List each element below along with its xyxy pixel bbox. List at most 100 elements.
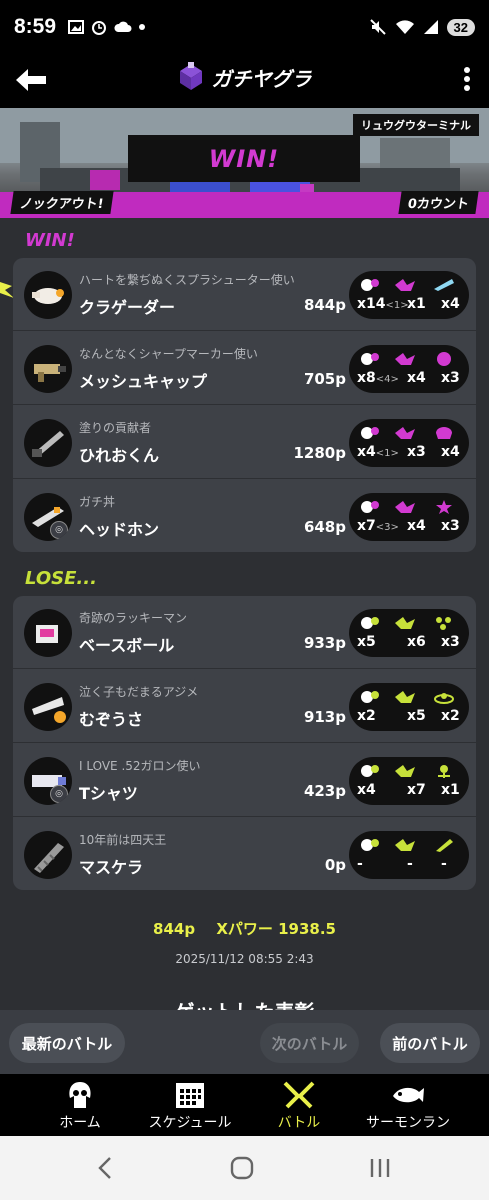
player-stats: x2 x5 x2 — [349, 683, 469, 731]
app-bar: ガチヤグラ — [0, 54, 489, 108]
player-name: クラゲーダー — [79, 298, 176, 317]
tab-schedule[interactable]: スケジュール — [140, 1074, 240, 1136]
player-row[interactable]: 泣く子もだまるアジメ むぞうさ 913p x2 x5 x2 — [13, 670, 476, 743]
cloud-icon — [114, 21, 132, 32]
sub-weapon-icon: ◎ — [50, 521, 68, 539]
sub-weapon-icon: ◎ — [50, 785, 68, 803]
player-points: 913p — [303, 708, 346, 726]
battle-summary: 844p Xパワー 1938.5 — [0, 918, 489, 939]
specials-used-count: x4 — [407, 518, 426, 534]
special-weapon-icon — [436, 617, 451, 630]
player-row[interactable]: 塗りの貢献者 ひれおくん 1280p x4<1> x3 x4 — [13, 406, 476, 479]
special-count: x2 — [441, 708, 460, 724]
player-title: 泣く子もだまるアジメ — [79, 685, 199, 699]
player-row[interactable]: 奇跡のラッキーマン ベースボール 933p x5 x6 x3 — [13, 596, 476, 669]
assist-icon — [395, 765, 415, 777]
specials-used-count: - — [407, 856, 413, 872]
page-title: ガチヤグラ — [211, 66, 312, 91]
assist-icon — [395, 353, 415, 365]
tab-home-label: ホーム — [59, 1115, 101, 1131]
assist-icon — [395, 279, 415, 291]
squid-home-icon — [69, 1082, 91, 1108]
player-points: 844p — [303, 296, 346, 314]
kills-count: x14<1> — [357, 296, 409, 312]
player-title: なんとなくシャープマーカー使い — [79, 347, 258, 361]
player-row[interactable]: ハートを繋ぢぬくスプラシューター使い クラゲーダー 844p x14<1> x1… — [13, 258, 476, 331]
tab-salmon-run[interactable]: サーモンラン — [358, 1074, 458, 1136]
result-text: WIN! — [208, 144, 280, 173]
battle-icon — [283, 1081, 315, 1109]
dot-icon — [139, 24, 146, 30]
next-battle-button[interactable]: 次のバトル — [260, 1023, 359, 1063]
player-stats: x5 x6 x3 — [349, 609, 469, 657]
player-points: 1280p — [293, 444, 347, 462]
player-title: ガチ丼 — [79, 495, 116, 509]
wifi-icon — [395, 20, 414, 34]
losing-team-list: 奇跡のラッキーマン ベースボール 933p x5 x6 x3 泣く子もだまるアジ… — [13, 596, 476, 890]
summary-points: 844p — [153, 920, 196, 938]
battle-result-banner: リュウグウターミナル WIN! ノックアウト! 0カウント — [0, 108, 489, 218]
player-row[interactable]: ◎ I LOVE .52ガロン使い Tシャツ 423p x4 x7 x1 — [13, 744, 476, 817]
kills-count: x5 — [357, 634, 376, 650]
specials-used-count: x6 — [407, 634, 426, 650]
kills-count: x4<1> — [357, 444, 399, 460]
bottom-tab-bar: ホーム スケジュール バトル サーモンラン — [0, 1074, 489, 1136]
tab-battle[interactable]: バトル — [259, 1074, 339, 1136]
player-row[interactable]: なんとなくシャープマーカー使い メッシュキャップ 705p x8<4> x4 x… — [13, 332, 476, 405]
player-row[interactable]: 10年前は四天王 マスケラ 0p - - - — [13, 818, 476, 891]
player-points: 933p — [303, 634, 346, 652]
result-box: WIN! — [128, 135, 360, 182]
weapon-icon — [24, 271, 72, 319]
splat-icon — [361, 765, 379, 777]
mute-icon — [369, 19, 386, 35]
system-recents-icon[interactable] — [360, 1154, 400, 1182]
weapon-icon: ◎ — [24, 757, 72, 805]
special-count: x4 — [441, 444, 460, 460]
tab-schedule-label: スケジュール — [148, 1115, 232, 1131]
stage-name: リュウグウターミナル — [353, 114, 479, 136]
system-home-icon[interactable] — [222, 1154, 262, 1182]
assist-icon — [395, 839, 415, 851]
weapon-icon — [24, 683, 72, 731]
special-weapon-icon — [438, 765, 450, 778]
player-points: 423p — [303, 782, 346, 800]
player-stats: - - - — [349, 831, 469, 879]
assist-icon — [395, 691, 415, 703]
player-stats: x8<4> x4 x3 — [349, 345, 469, 393]
player-name: ヘッドホン — [79, 520, 160, 539]
assist-icon — [395, 501, 415, 513]
system-back-icon[interactable] — [86, 1154, 126, 1182]
battle-datetime: 2025/11/12 08:55 2:43 — [175, 952, 314, 966]
tab-home[interactable]: ホーム — [40, 1074, 120, 1136]
more-options-icon[interactable] — [463, 66, 471, 92]
player-points: 705p — [303, 370, 346, 388]
kills-count: x7<3> — [357, 518, 399, 534]
splat-icon — [361, 617, 379, 629]
tower-control-icon — [179, 62, 202, 90]
special-weapon-icon — [434, 279, 454, 291]
signal-icon — [423, 20, 438, 34]
player-name: マスケラ — [79, 858, 144, 877]
previous-battle-button[interactable]: 前のバトル — [380, 1023, 480, 1063]
kills-count: - — [357, 856, 363, 872]
player-stats: x7<3> x4 x3 — [349, 493, 469, 541]
tab-battle-label: バトル — [277, 1115, 321, 1131]
count-result: 0カウント — [398, 191, 479, 214]
lose-team-label: LOSE... — [25, 568, 97, 589]
salmon-icon — [393, 1087, 424, 1103]
system-navigation-bar — [0, 1136, 489, 1200]
awards-heading: ゲットした表彰 — [0, 996, 489, 1010]
latest-battle-button[interactable]: 最新のバトル — [9, 1023, 125, 1063]
battery-level: 32 — [446, 18, 475, 36]
tab-salmon-run-label: サーモンラン — [366, 1115, 450, 1131]
player-name: むぞうさ — [79, 710, 144, 729]
specials-used-count: x3 — [407, 444, 426, 460]
weapon-icon — [24, 419, 72, 467]
assist-icon — [395, 427, 415, 439]
page-title-group: ガチヤグラ — [0, 62, 489, 92]
player-row[interactable]: ◎ ガチ丼 ヘッドホン 648p x7<3> x4 x3 — [13, 480, 476, 553]
weapon-icon — [24, 345, 72, 393]
player-points: 0p — [324, 856, 346, 874]
battle-navigation: 最新のバトル 次のバトル 前のバトル — [0, 1010, 489, 1074]
finish-type: ノックアウト! — [10, 191, 114, 214]
